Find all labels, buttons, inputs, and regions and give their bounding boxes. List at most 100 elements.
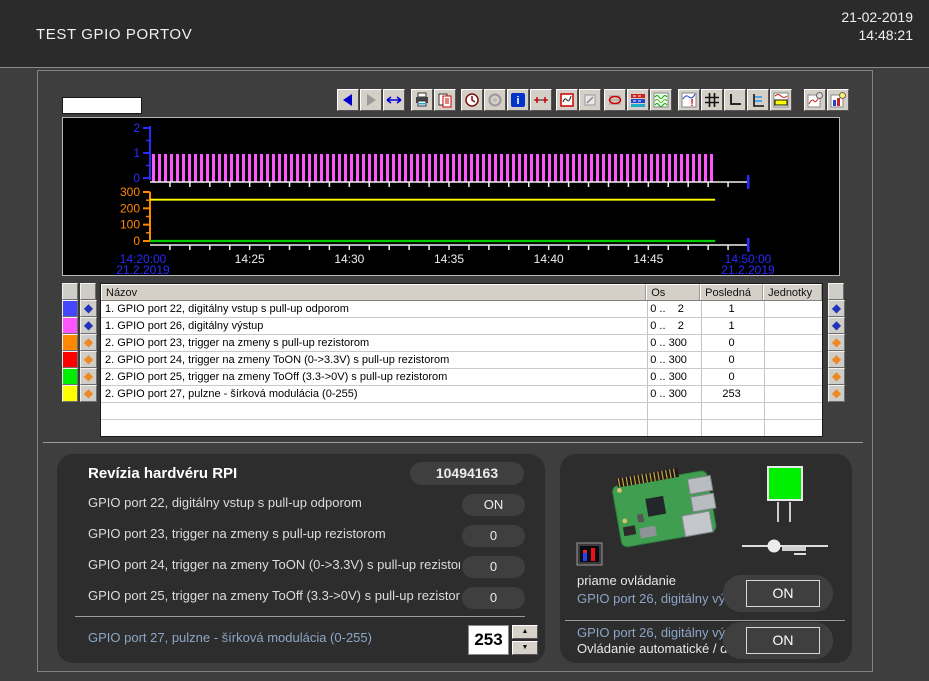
- title-bar: TEST GPIO PORTOV 21-02-2019 14:48:21: [0, 0, 929, 68]
- gpio23-label: GPIO port 23, trigger na zmeny s pull-up…: [88, 526, 460, 541]
- cell-last: 0: [700, 335, 763, 351]
- arrow-down-icon: ▼: [522, 644, 529, 651]
- series-marker-button[interactable]: ◆: [80, 385, 97, 402]
- cursor-icon: [607, 92, 623, 108]
- series-color-swatch: [62, 351, 78, 368]
- zoom-area-button[interactable]: [556, 89, 578, 111]
- gpio25-value: 0: [462, 587, 525, 609]
- cell-units: [763, 386, 822, 402]
- column-header-blank: [828, 283, 844, 300]
- cell-units: [763, 335, 822, 351]
- svg-text:1: 1: [133, 146, 140, 160]
- cell-units: [763, 352, 822, 368]
- reload-button[interactable]: [484, 89, 506, 111]
- copy-button[interactable]: [434, 89, 456, 111]
- alarms-button[interactable]: !: [678, 89, 700, 111]
- time-settings-button[interactable]: [461, 89, 483, 111]
- pwm-decrement-button[interactable]: ▼: [512, 641, 538, 655]
- trend-chart[interactable]: 210300200100014:2514:3014:3514:4014:4514…: [62, 117, 840, 276]
- trend-row[interactable]: 1. GPIO port 26, digitálny výstup0 .. 21: [101, 318, 822, 335]
- info-button[interactable]: i: [507, 89, 529, 111]
- svg-text:i: i: [516, 95, 519, 107]
- direct-on-button[interactable]: ON: [723, 575, 833, 612]
- trends-background-button[interactable]: [650, 89, 672, 111]
- graph-bars-time-button[interactable]: [827, 89, 849, 111]
- series-marker-button[interactable]: ◆: [828, 300, 845, 317]
- svg-text:200: 200: [120, 201, 140, 215]
- cell-name: 2. GPIO port 23, trigger na zmeny s pull…: [101, 335, 646, 351]
- legend-button[interactable]: [770, 89, 792, 111]
- print-button[interactable]: [411, 89, 433, 111]
- pwm-value-input[interactable]: 253: [468, 625, 509, 655]
- trend-row[interactable]: 2. GPIO port 23, trigger na zmeny s pull…: [101, 335, 822, 352]
- time-label: 14:48:21: [841, 26, 913, 44]
- svg-text:14:25: 14:25: [235, 252, 265, 266]
- series-marker-button[interactable]: ◆: [828, 368, 845, 385]
- cell-name: 2. GPIO port 24, trigger na zmeny ToON (…: [101, 352, 646, 368]
- series-marker-button[interactable]: ◆: [828, 351, 845, 368]
- axes-button[interactable]: [724, 89, 746, 111]
- cell-axis: 0 .. 300: [646, 369, 700, 385]
- compress-time-button[interactable]: [530, 89, 552, 111]
- gpio22-label: GPIO port 22, digitálny vstup s pull-up …: [88, 495, 460, 510]
- legend-icon: [773, 92, 789, 108]
- print-icon: [414, 92, 430, 108]
- svg-text:2: 2: [133, 121, 140, 135]
- graph-bars-time-icon: [830, 92, 846, 108]
- series-marker-button[interactable]: ◆: [828, 334, 845, 351]
- trend-row[interactable]: 1. GPIO port 22, digitálny vstup s pull-…: [101, 301, 822, 318]
- graph-line-time-button[interactable]: [804, 89, 826, 111]
- cell-axis: 0 .. 300: [646, 352, 700, 368]
- raspberry-pi-image: [593, 458, 735, 568]
- series-marker-button[interactable]: ◆: [80, 300, 97, 317]
- table-header-row: NázovOsPoslednáJednotky: [101, 284, 822, 301]
- series-marker-button[interactable]: ◆: [80, 368, 97, 385]
- auto-on-button[interactable]: ON: [723, 622, 833, 659]
- trends-table-button[interactable]: [627, 89, 649, 111]
- trend-marker-column-right: ◆◆◆◆◆◆: [828, 283, 845, 402]
- axes-scale-icon: [750, 92, 766, 108]
- pwm-increment-button[interactable]: ▲: [512, 625, 538, 639]
- trend-row[interactable]: 2. GPIO port 27, pulzne - šírková modulá…: [101, 386, 822, 403]
- cursor-button[interactable]: [604, 89, 626, 111]
- trends-background-icon: [653, 92, 669, 108]
- series-color-swatch: [62, 300, 78, 317]
- series-marker-button[interactable]: ◆: [80, 334, 97, 351]
- switch-symbol[interactable]: [738, 536, 832, 558]
- panel-divider: [75, 616, 525, 617]
- time-stretch-button[interactable]: [383, 89, 405, 111]
- series-color-swatch: [62, 368, 78, 385]
- direct-on-label: ON: [746, 580, 820, 607]
- datetime-display: 21-02-2019 14:48:21: [841, 8, 913, 44]
- zoom-reset-button[interactable]: [579, 89, 601, 111]
- trends-table-icon: [630, 92, 646, 108]
- trend-row[interactable]: 2. GPIO port 25, trigger na zmeny ToOff …: [101, 369, 822, 386]
- svg-text:0: 0: [133, 171, 140, 185]
- cell-last: 0: [700, 352, 763, 368]
- mini-graph-button[interactable]: [576, 542, 603, 566]
- arrow-up-icon: ▲: [522, 628, 529, 635]
- series-marker-button[interactable]: ◆: [80, 351, 97, 368]
- scroll-right-button[interactable]: [360, 89, 382, 111]
- column-header-axis[interactable]: Os: [646, 284, 700, 300]
- column-header-name[interactable]: Názov: [101, 284, 646, 300]
- grid-button[interactable]: [701, 89, 723, 111]
- column-header-last[interactable]: Posledná: [700, 284, 763, 300]
- axes-icon: [727, 92, 743, 108]
- svg-text:21.2.2019: 21.2.2019: [116, 263, 170, 275]
- trend-edit-field[interactable]: [62, 97, 142, 114]
- svg-text:!: !: [690, 98, 693, 108]
- series-marker-button[interactable]: ◆: [828, 317, 845, 334]
- page-title: TEST GPIO PORTOV: [36, 26, 192, 43]
- series-marker-button[interactable]: ◆: [828, 385, 845, 402]
- gpio24-label: GPIO port 24, trigger na zmeny ToON (0->…: [88, 557, 460, 572]
- series-marker-button[interactable]: ◆: [80, 317, 97, 334]
- axes-scale-button[interactable]: [747, 89, 769, 111]
- trend-row[interactable]: 2. GPIO port 24, trigger na zmeny ToON (…: [101, 352, 822, 369]
- scroll-left-button[interactable]: [337, 89, 359, 111]
- cell-units: [763, 369, 822, 385]
- column-header-units[interactable]: Jednotky: [763, 284, 822, 300]
- section-divider: [43, 442, 863, 443]
- trend-color-column: [62, 283, 78, 402]
- column-header-blank: [62, 283, 78, 300]
